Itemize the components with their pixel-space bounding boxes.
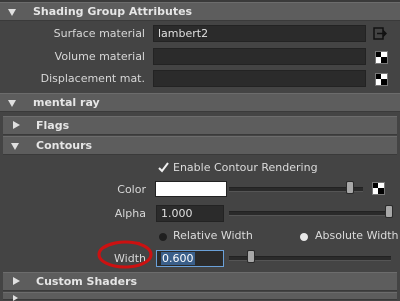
shading-group-body: Surface material lambert2 Volume materia… <box>3 21 397 91</box>
section-header-partial[interactable] <box>3 292 397 301</box>
width-field[interactable]: 0.600 <box>156 250 224 267</box>
surface-material-field[interactable]: lambert2 <box>153 25 366 42</box>
checker-texture-icon[interactable] <box>372 182 385 195</box>
section-title: Contours <box>36 139 93 152</box>
color-swatch[interactable] <box>155 181 227 197</box>
expand-triangle-icon[interactable] <box>13 295 18 301</box>
displacement-material-label: Displacement mat. <box>40 72 145 85</box>
absolute-width-label: Absolute Width <box>315 229 399 242</box>
section-header-mental-ray[interactable]: mental ray <box>0 93 400 112</box>
checker-texture-icon[interactable] <box>375 73 388 86</box>
relative-width-label: Relative Width <box>173 229 253 242</box>
expand-triangle-icon[interactable] <box>13 277 20 285</box>
collapse-triangle-icon[interactable] <box>11 143 19 150</box>
section-title: mental ray <box>33 96 100 109</box>
width-value-selected: 0.600 <box>161 252 195 265</box>
color-slider-track[interactable] <box>229 187 363 192</box>
alpha-label: Alpha <box>114 207 146 220</box>
checkmark-icon[interactable] <box>158 162 169 173</box>
collapse-triangle-icon[interactable] <box>8 100 16 107</box>
enable-contour-label: Enable Contour Rendering <box>173 161 318 174</box>
section-header-flags[interactable]: Flags <box>3 116 397 135</box>
contours-body: Enable Contour Rendering Color Alpha 1.0… <box>3 155 399 270</box>
collapse-triangle-icon[interactable] <box>8 9 16 16</box>
expand-triangle-icon[interactable] <box>13 121 20 129</box>
color-slider-handle[interactable] <box>346 181 354 194</box>
checker-texture-icon[interactable] <box>375 51 388 64</box>
alpha-slider-handle[interactable] <box>385 205 393 218</box>
map-connect-icon[interactable] <box>373 27 388 40</box>
absolute-width-radio[interactable] <box>300 233 308 241</box>
volume-material-label: Volume material <box>54 50 145 63</box>
displacement-material-field[interactable] <box>153 70 366 87</box>
section-header-contours[interactable]: Contours <box>3 136 397 155</box>
section-header-shading-group[interactable]: Shading Group Attributes <box>0 2 400 21</box>
section-header-custom-shaders[interactable]: Custom Shaders <box>3 272 397 291</box>
section-title: Shading Group Attributes <box>33 5 193 18</box>
volume-material-field[interactable] <box>153 48 366 65</box>
surface-material-label: Surface material <box>53 27 145 40</box>
width-slider-handle[interactable] <box>247 250 255 263</box>
alpha-slider-track[interactable] <box>229 211 389 216</box>
annotation-circle <box>96 239 154 270</box>
section-title: Custom Shaders <box>36 275 138 288</box>
relative-width-radio[interactable] <box>159 233 167 241</box>
section-title: Flags <box>36 119 70 132</box>
color-label: Color <box>117 183 146 196</box>
alpha-field[interactable]: 1.000 <box>156 205 224 222</box>
